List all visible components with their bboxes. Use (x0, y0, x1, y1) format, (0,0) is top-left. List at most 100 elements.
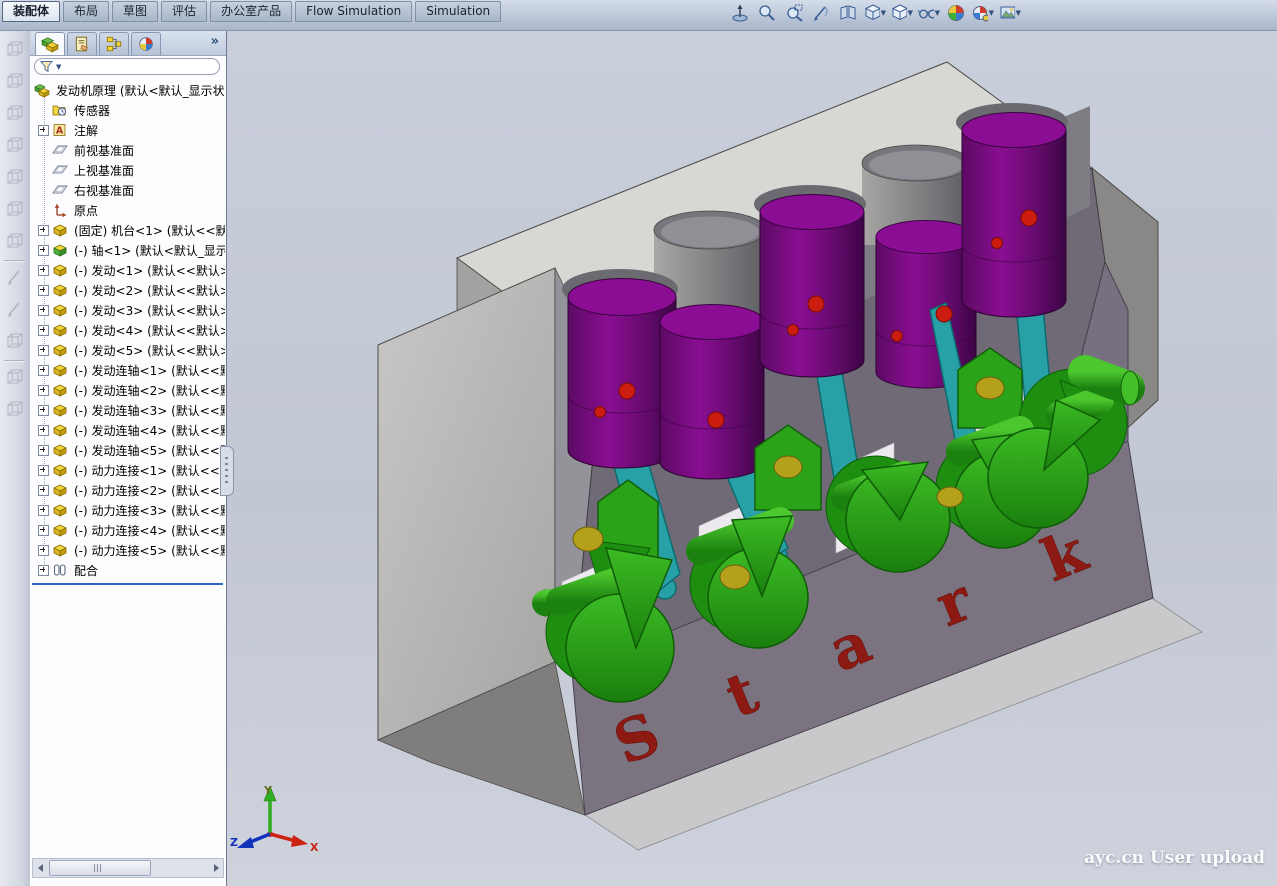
tree-item-label: (-) 动力连接<3> (默认<<默 (74, 502, 225, 519)
convert-entities-icon[interactable] (4, 330, 26, 352)
tab-evaluate[interactable]: 评估 (161, 1, 207, 22)
standard-view-icon[interactable] (4, 134, 26, 156)
tree-item-top-plane[interactable]: 上视基准面 (30, 160, 225, 180)
expand-toggle-icon[interactable] (38, 365, 49, 376)
expand-toggle-icon[interactable] (38, 445, 49, 456)
tree-item-component[interactable]: (-) 发动连轴<5> (默认<<默 (30, 440, 225, 460)
dropdown-arrow-icon[interactable]: ▼ (935, 9, 940, 17)
tree-item-label: (-) 动力连接<2> (默认<<默 (74, 482, 225, 499)
panel-splitter-handle[interactable] (220, 446, 234, 496)
dropdown-arrow-icon[interactable]: ▼ (989, 9, 994, 17)
tab-assembly[interactable]: 装配体 (2, 1, 60, 22)
isometric-view-icon[interactable] (4, 230, 26, 252)
scrollbar-thumb[interactable] (49, 860, 151, 876)
tree-item-component[interactable]: (-) 发动<4> (默认<<默认> (30, 320, 225, 340)
propertymanager-tab[interactable] (67, 32, 97, 55)
standard-view-icon[interactable] (4, 198, 26, 220)
display-manager-tab[interactable] (131, 32, 161, 55)
tab-layout[interactable]: 布局 (63, 1, 109, 22)
sketch-icon[interactable] (4, 266, 26, 288)
scroll-right-button[interactable] (209, 860, 223, 876)
expand-toggle-icon[interactable] (38, 125, 49, 136)
tree-item-component[interactable]: (-) 动力连接<3> (默认<<默 (30, 500, 225, 520)
tree-item-component[interactable]: (-) 发动<2> (默认<<默认> (30, 280, 225, 300)
filter-dropdown-arrow-icon[interactable]: ▼ (56, 63, 61, 71)
tab-sketch[interactable]: 草图 (112, 1, 158, 22)
expand-toggle-icon[interactable] (38, 485, 49, 496)
tree-item-sensors[interactable]: 传感器 (30, 100, 225, 120)
expand-toggle-icon[interactable] (38, 425, 49, 436)
expand-toggle-icon[interactable] (38, 505, 49, 516)
rotate-view-icon[interactable] (809, 2, 832, 24)
tree-filter-input[interactable]: ▼ (34, 58, 220, 75)
expand-toggle-icon[interactable] (38, 225, 49, 236)
tree-item-annotations[interactable]: 注解 (30, 120, 225, 140)
expand-toggle-icon[interactable] (38, 545, 49, 556)
tree-item-component[interactable]: (-) 发动<1> (默认<<默认> (30, 260, 225, 280)
pan-icon[interactable] (836, 2, 859, 24)
expand-toggle-icon[interactable] (38, 465, 49, 476)
expand-toggle-icon[interactable] (38, 305, 49, 316)
part-icon (52, 502, 68, 518)
tree-item-component[interactable]: (-) 轴<1> (默认<默认_显示 (30, 240, 225, 260)
display-style-icon[interactable]: ▼ (890, 2, 913, 24)
tree-item-right-plane[interactable]: 右视基准面 (30, 180, 225, 200)
tree-item-component[interactable]: (-) 发动连轴<4> (默认<<默 (30, 420, 225, 440)
graphics-viewport[interactable]: S t a r k (227, 30, 1277, 886)
tree-item-component[interactable]: (-) 发动连轴<1> (默认<<默 (30, 360, 225, 380)
scroll-left-button[interactable] (33, 860, 47, 876)
zoom-in-out-icon[interactable] (755, 2, 778, 24)
zoom-to-area-icon[interactable] (782, 2, 805, 24)
engine-assembly-model[interactable]: S t a r k (227, 30, 1277, 886)
tab-simulation[interactable]: Simulation (415, 1, 501, 22)
configurationmanager-tab[interactable] (99, 32, 129, 55)
tree-item-component[interactable]: (-) 动力连接<2> (默认<<默 (30, 480, 225, 500)
panel-overflow-chevron[interactable]: » (211, 34, 219, 49)
tree-item-component[interactable]: (-) 发动连轴<2> (默认<<默 (30, 380, 225, 400)
expand-toggle-icon[interactable] (38, 325, 49, 336)
expand-toggle-icon[interactable] (38, 525, 49, 536)
tree-item-component[interactable]: (-) 动力连接<1> (默认<<默 (30, 460, 225, 480)
expand-toggle-icon[interactable] (38, 245, 49, 256)
layered-view-icon[interactable] (4, 398, 26, 420)
tree-item-component[interactable]: (-) 发动连轴<3> (默认<<默 (30, 400, 225, 420)
dropdown-arrow-icon[interactable]: ▼ (881, 9, 886, 17)
hide-show-items-icon[interactable]: ▼ (917, 2, 940, 24)
rollback-bar[interactable] (32, 583, 223, 585)
dropdown-arrow-icon[interactable]: ▼ (1016, 9, 1021, 17)
edit-appearance-icon[interactable]: ▼ (998, 2, 1021, 24)
expand-toggle-icon[interactable] (38, 385, 49, 396)
part-icon (52, 462, 68, 478)
standard-view-icon[interactable] (4, 166, 26, 188)
tree-item-component[interactable]: (-) 动力连接<4> (默认<<默 (30, 520, 225, 540)
expand-toggle-icon[interactable] (38, 345, 49, 356)
tree-item-front-plane[interactable]: 前视基准面 (30, 140, 225, 160)
zoom-to-fit-icon[interactable] (728, 2, 751, 24)
view-orientation-icon[interactable]: ▼ (863, 2, 886, 24)
expand-toggle-icon[interactable] (38, 285, 49, 296)
expand-toggle-icon[interactable] (38, 565, 49, 576)
tree-item-component[interactable]: (-) 动力连接<5> (默认<<默 (30, 540, 225, 560)
featuremanager-tree-tab[interactable] (35, 32, 65, 55)
standard-view-icon[interactable] (4, 70, 26, 92)
panel-horizontal-scrollbar[interactable] (32, 858, 224, 878)
tree-item-root[interactable]: 发动机原理 (默认<默认_显示状 (30, 80, 225, 100)
tab-flow-simulation[interactable]: Flow Simulation (295, 1, 412, 22)
tree-item-component[interactable]: (-) 发动<3> (默认<<默认> (30, 300, 225, 320)
tree-item-mates[interactable]: 配合 (30, 560, 225, 580)
part-icon (52, 262, 68, 278)
add-sketch-icon[interactable] (4, 298, 26, 320)
tree-item-component[interactable]: (固定) 机台<1> (默认<<默认 (30, 220, 225, 240)
tree-item-origin[interactable]: 原点 (30, 200, 225, 220)
expand-toggle-icon[interactable] (38, 405, 49, 416)
dropdown-arrow-icon[interactable]: ▼ (908, 9, 913, 17)
layered-view-icon[interactable] (4, 366, 26, 388)
apply-scene-icon[interactable] (944, 2, 967, 24)
tree-item-component[interactable]: (-) 发动<5> (默认<<默认> (30, 340, 225, 360)
tree-item-label: 右视基准面 (74, 182, 134, 199)
expand-toggle-icon[interactable] (38, 265, 49, 276)
view-settings-icon[interactable]: ▼ (971, 2, 994, 24)
standard-view-icon[interactable] (4, 38, 26, 60)
standard-view-icon[interactable] (4, 102, 26, 124)
tab-office-products[interactable]: 办公室产品 (210, 1, 292, 22)
